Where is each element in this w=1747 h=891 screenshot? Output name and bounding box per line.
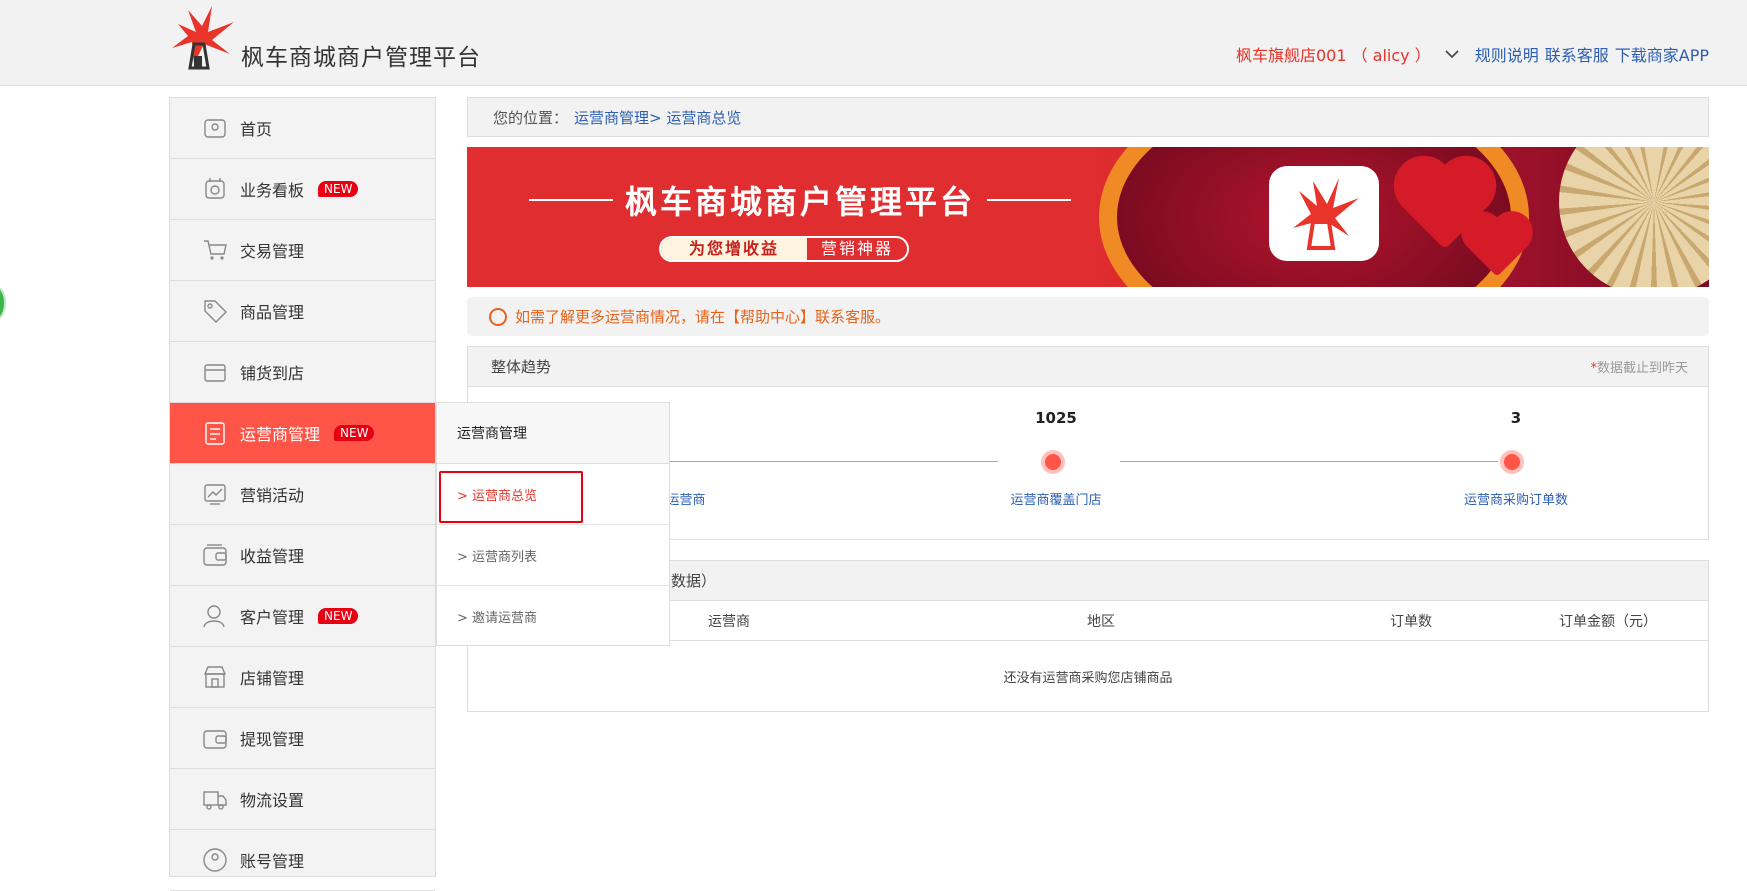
app-logo-icon	[1269, 166, 1379, 261]
banner-pill: 为您增收益 营销神器	[659, 236, 910, 262]
trend-title: 整体趋势	[491, 358, 552, 376]
notice-icon	[489, 307, 507, 326]
breadcrumb: 您的位置： 运营商管理> 运营商总览	[467, 97, 1709, 137]
sidebar-item-operator[interactable]: 运营商管理 NEW	[170, 403, 435, 464]
sidebar-item-label: 物流设置	[240, 791, 305, 810]
trend-panel-header: 整体趋势 *数据截止到昨天	[468, 347, 1708, 387]
document-icon	[205, 422, 225, 445]
orders-title: 数据）	[671, 572, 717, 590]
site-title: 枫车商城商户管理平台	[241, 45, 481, 71]
highlight-box	[439, 471, 583, 523]
submenu-item-invite[interactable]: > 邀请运营商	[437, 586, 669, 647]
trend-line	[1120, 461, 1498, 462]
submenu-item-list[interactable]: > 运营商列表	[437, 525, 669, 586]
submenu-title: 运营商管理	[437, 403, 669, 464]
trend-dot	[1041, 450, 1065, 474]
user-icon	[203, 605, 225, 628]
sidebar-item-label: 账号管理	[240, 852, 305, 871]
trend-line	[648, 461, 998, 462]
operator-submenu: 运营商管理 > 运营商总览 > 运营商列表 > 邀请运营商	[436, 402, 670, 646]
breadcrumb-prefix: 您的位置：	[493, 108, 569, 127]
chevron-down-icon[interactable]	[1445, 47, 1459, 61]
breadcrumb-path[interactable]: 运营商管理> 运营商总览	[574, 107, 741, 128]
sidebar-item-dashboard[interactable]: 业务看板 NEW	[170, 159, 435, 220]
sidebar-item-income[interactable]: 收益管理	[170, 525, 435, 586]
sidebar-item-label: 营销活动	[240, 486, 305, 505]
new-badge: NEW	[318, 181, 359, 197]
submenu-item-overview[interactable]: > 运营商总览	[437, 464, 669, 525]
banner-title-text: 枫车商城商户管理平台	[625, 183, 976, 221]
stat-value-orders: 3	[1510, 409, 1522, 427]
sidebar-item-label: 收益管理	[240, 547, 305, 566]
truck-icon	[203, 791, 227, 810]
notice-bar: 如需了解更多运营商情况，请在【帮助中心】联系客服。	[467, 297, 1709, 336]
banner-title: 枫车商城商户管理平台	[517, 177, 1083, 223]
top-right-links: 枫车旗舰店001 （ alicy ） 规则说明 联系客服 下载商家APP	[1236, 42, 1709, 66]
promo-banner[interactable]: 枫车商城商户管理平台 为您增收益 营销神器	[467, 147, 1709, 287]
empty-state: 还没有运营商采购您店铺商品	[1003, 670, 1173, 686]
sidebar-item-trade[interactable]: 交易管理	[170, 220, 435, 281]
stat-value-stores: 1025	[1035, 409, 1077, 427]
pill-left: 为您增收益	[661, 238, 808, 260]
shop-icon	[203, 666, 227, 688]
withdraw-icon	[203, 730, 227, 749]
sidebar: 首页 业务看板 NEW 交易管理 商品管理 铺货到店 运营商管理 NEW 营销活…	[169, 97, 436, 891]
download-app-link[interactable]: 下载商家APP	[1615, 42, 1709, 66]
new-badge: NEW	[318, 608, 359, 624]
sidebar-item-label: 商品管理	[240, 303, 305, 322]
tag-icon	[204, 300, 227, 323]
windmill-logo-icon[interactable]	[168, 4, 238, 74]
account-icon	[203, 848, 227, 872]
sidebar-item-distribution[interactable]: 铺货到店	[170, 342, 435, 403]
trend-dot	[1500, 450, 1524, 474]
submenu-item-label: > 邀请运营商	[457, 611, 538, 626]
sidebar-item-goods[interactable]: 商品管理	[170, 281, 435, 342]
sidebar-item-label: 业务看板	[240, 181, 305, 200]
sidebar-item-label: 店铺管理	[240, 669, 305, 688]
home-icon	[204, 119, 226, 138]
column-order-amount: 订单金额（元）	[1559, 613, 1657, 630]
sidebar-item-shop[interactable]: 店铺管理	[170, 647, 435, 708]
banner-line	[987, 199, 1072, 201]
sidebar-item-label: 提现管理	[240, 730, 305, 749]
sidebar-item-account[interactable]: 账号管理	[170, 830, 435, 891]
banner-line	[529, 199, 613, 201]
stat-label-stores[interactable]: 运营商覆盖门店	[1010, 489, 1101, 508]
stat-label-orders[interactable]: 运营商采购订单数	[1464, 489, 1568, 508]
new-badge: NEW	[334, 425, 375, 441]
sidebar-item-label: 交易管理	[240, 242, 305, 261]
column-operator: 运营商	[708, 613, 750, 630]
sidebar-item-label: 客户管理	[240, 608, 305, 627]
store-name[interactable]: 枫车旗舰店001 （ alicy ）	[1236, 42, 1431, 66]
stat-label-operators[interactable]: 运营商	[666, 489, 705, 508]
chart-icon	[204, 484, 226, 505]
top-header: 枫车商城商户管理平台 枫车旗舰店001 （ alicy ） 规则说明 联系客服 …	[0, 0, 1747, 86]
pill-right: 营销神器	[821, 239, 894, 258]
sidebar-item-label: 首页	[240, 120, 273, 139]
sidebar-item-label: 运营商管理	[240, 425, 321, 444]
sidebar-item-customer[interactable]: 客户管理 NEW	[170, 586, 435, 647]
sidebar-item-logistics[interactable]: 物流设置	[170, 769, 435, 830]
store-icon	[204, 364, 226, 382]
contact-service-link[interactable]: 联系客服	[1545, 42, 1609, 66]
note-text: 数据截止到昨天	[1596, 361, 1688, 376]
wallet-icon	[203, 544, 227, 566]
cart-icon	[204, 240, 227, 260]
sidebar-item-label: 铺货到店	[240, 364, 305, 383]
submenu-item-label: > 运营商列表	[457, 549, 538, 565]
data-note: *数据截止到昨天	[1590, 357, 1688, 376]
floating-service-icon[interactable]	[0, 286, 6, 320]
notice-text: 如需了解更多运营商情况，请在【帮助中心】联系客服。	[515, 308, 891, 326]
column-region: 地区	[1087, 613, 1115, 630]
sidebar-item-marketing[interactable]: 营销活动	[170, 464, 435, 525]
rules-link[interactable]: 规则说明	[1475, 42, 1539, 66]
sidebar-item-withdraw[interactable]: 提现管理	[170, 708, 435, 769]
dashboard-icon	[205, 178, 225, 199]
sidebar-item-home[interactable]: 首页	[170, 98, 435, 159]
banner-petals-decoration	[1559, 147, 1709, 287]
column-order-count: 订单数	[1390, 613, 1432, 630]
